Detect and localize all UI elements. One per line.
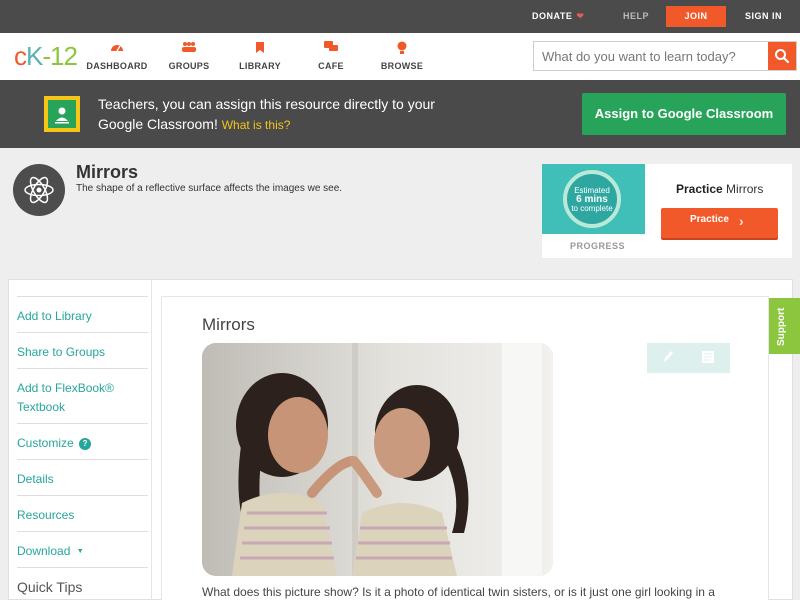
practice-card: Estimated 6 mins to complete PROGRESS Pr… xyxy=(542,164,792,258)
join-button[interactable]: JOIN xyxy=(666,6,726,27)
donate-link[interactable]: DONATE ❤ xyxy=(532,0,584,33)
sidebar-item-quick-tips[interactable]: Quick Tips xyxy=(17,567,148,600)
sidebar-item-label: Quick Tips xyxy=(17,579,83,595)
support-tab[interactable]: Support xyxy=(769,298,800,354)
annotation-tools xyxy=(647,343,730,373)
help-link[interactable]: HELP xyxy=(623,0,649,33)
sidebar-item-resources[interactable]: Resources xyxy=(17,495,148,531)
estimated-minutes: 6 mins xyxy=(576,194,608,205)
sidebar-item-label: Details xyxy=(17,472,54,486)
help-icon[interactable]: ? xyxy=(79,438,92,450)
search-button[interactable] xyxy=(768,42,796,70)
nav-browse-label: BROWSE xyxy=(380,61,424,71)
sidebar-item-share-to-groups[interactable]: Share to Groups xyxy=(17,332,148,368)
concept-title: Mirrors xyxy=(76,162,139,182)
google-classroom-banner: Teachers, you can assign this resource d… xyxy=(0,80,800,148)
top-bar: DONATE ❤ HELP JOIN SIGN IN xyxy=(0,0,800,33)
content-title: Mirrors xyxy=(202,315,255,334)
dashboard-icon xyxy=(81,41,153,57)
practice-title: Practice Mirrors xyxy=(676,182,763,196)
practice-title-bold: Practice xyxy=(676,182,723,196)
search-input[interactable] xyxy=(534,42,768,70)
cafe-icon xyxy=(295,41,367,57)
nav-cafe-label: CAFE xyxy=(318,61,344,71)
estimated-time-panel: Estimated 6 mins to complete xyxy=(542,164,645,234)
sidebar-item-customize[interactable]: Customize ? xyxy=(17,423,148,459)
sidebar-item-add-to-flexbook[interactable]: Add to FlexBook® Textbook xyxy=(17,368,148,423)
practice-button[interactable]: Practice › xyxy=(661,208,778,238)
google-classroom-icon xyxy=(44,96,80,132)
groups-icon xyxy=(153,41,225,57)
assign-google-classroom-button[interactable]: Assign to Google Classroom xyxy=(582,93,786,135)
search-box xyxy=(533,41,797,71)
nav-dashboard[interactable]: DASHBOARD xyxy=(81,41,153,71)
content-paragraph: What does this picture show? Is it a pho… xyxy=(202,585,715,599)
banner-message: Teachers, you can assign this resource d… xyxy=(98,94,458,135)
main-nav: cK-12 DASHBOARD GROUPS LIBRARY CAFE BROW… xyxy=(0,33,800,80)
nav-library-label: LIBRARY xyxy=(239,61,281,71)
progress-label: PROGRESS xyxy=(570,241,626,251)
logo-part-c: c xyxy=(14,41,27,71)
mirror-girl-photo xyxy=(202,343,553,576)
sidebar-item-label: Customize xyxy=(17,436,74,450)
sidebar-item-label: Download xyxy=(17,544,71,558)
caret-down-icon: ▼ xyxy=(76,548,84,555)
nav-library[interactable]: LIBRARY xyxy=(224,41,296,71)
sidebar-item-label: Add to FlexBook® Textbook xyxy=(17,381,114,414)
ck12-logo[interactable]: cK-12 xyxy=(14,41,78,71)
sidebar-divider xyxy=(151,280,152,600)
what-is-this-link[interactable]: What is this? xyxy=(222,118,291,132)
logo-part-k: K xyxy=(26,41,43,71)
content-panel: Mirrors What does this picture show? Is … xyxy=(161,296,769,600)
library-icon xyxy=(224,41,296,57)
notes-icon[interactable] xyxy=(701,349,715,368)
chevron-right-icon: › xyxy=(739,213,744,229)
search-icon xyxy=(768,49,796,74)
sidebar-item-label: Add to Library xyxy=(17,309,92,323)
sidebar-item-details[interactable]: Details xyxy=(17,459,148,495)
concept-description: The shape of a reflective surface affect… xyxy=(76,183,343,194)
support-label: Support xyxy=(776,307,787,346)
practice-title-topic: Mirrors xyxy=(726,182,764,196)
sidebar-item-label: Share to Groups xyxy=(17,345,106,359)
nav-browse[interactable]: BROWSE xyxy=(366,41,438,71)
donate-label: DONATE xyxy=(532,11,573,21)
sidebar-item-add-to-library[interactable]: Add to Library xyxy=(17,296,148,332)
sign-in-link[interactable]: SIGN IN xyxy=(745,0,782,33)
nav-groups-label: GROUPS xyxy=(168,61,210,71)
practice-button-label: Practice xyxy=(690,214,729,225)
nav-cafe[interactable]: CAFE xyxy=(295,41,367,71)
main-panel: Add to Library Share to Groups Add to Fl… xyxy=(8,279,793,600)
sidebar-item-download[interactable]: Download ▼ xyxy=(17,531,148,567)
sidebar-item-label: Resources xyxy=(17,508,75,522)
pencil-icon[interactable] xyxy=(661,349,675,368)
estimated-suffix: to complete xyxy=(571,204,613,213)
nav-dashboard-label: DASHBOARD xyxy=(86,61,148,71)
physics-atom-icon xyxy=(13,164,65,216)
logo-part-12: -12 xyxy=(42,41,78,71)
estimated-time-ring: Estimated 6 mins to complete xyxy=(563,170,621,228)
heart-icon: ❤ xyxy=(576,11,585,21)
sidebar: Add to Library Share to Groups Add to Fl… xyxy=(17,296,148,600)
browse-icon xyxy=(366,41,438,57)
nav-groups[interactable]: GROUPS xyxy=(153,41,225,71)
